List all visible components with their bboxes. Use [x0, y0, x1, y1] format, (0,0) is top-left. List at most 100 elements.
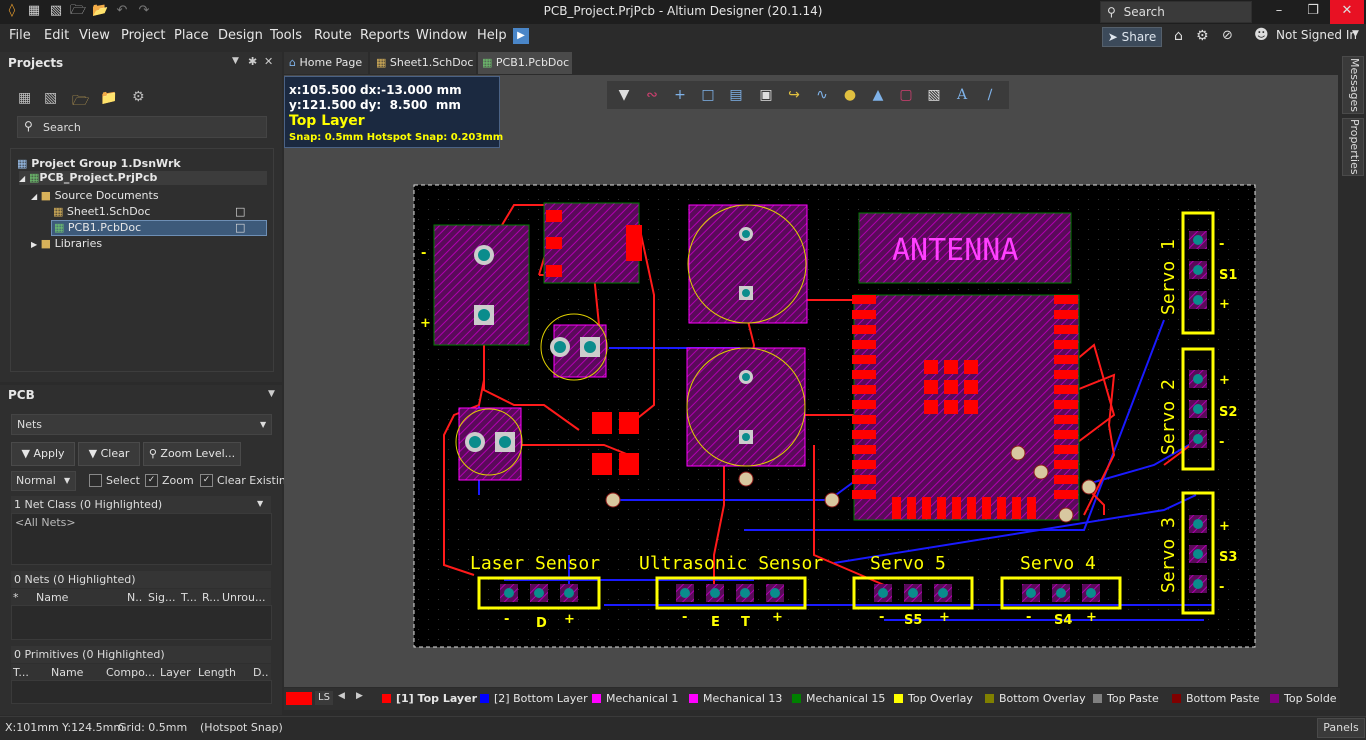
column-header[interactable]: Name [36, 591, 68, 604]
share-button[interactable]: ➤ Share [1102, 27, 1162, 47]
projects-search-input[interactable]: ⚲ Search [17, 116, 267, 138]
gear-icon[interactable]: ⚙ [1196, 28, 1209, 44]
tab-pcb1[interactable]: ▦ PCB1.PcbDoc [478, 52, 572, 74]
pad-icon[interactable]: ● [841, 86, 859, 104]
layer-tab-bottom[interactable]: [2] Bottom Layer [480, 692, 588, 705]
global-search-input[interactable]: ⚲ Search [1100, 1, 1252, 23]
maximize-button[interactable]: ❐ [1296, 0, 1330, 24]
menu-help[interactable]: Help [477, 28, 507, 43]
minimize-button[interactable]: – [1262, 0, 1296, 24]
pcb-mode-select[interactable]: Nets ▼ [11, 414, 272, 435]
component-icon[interactable]: ▣ [757, 86, 775, 104]
account-label[interactable]: Not Signed In [1276, 28, 1357, 42]
menu-project[interactable]: Project [121, 28, 165, 43]
tree-item-project[interactable]: ◢ ▦PCB_Project.PrjPcb [19, 171, 267, 185]
pcb-board[interactable]: Laser Sensor Ultrasonic Sensor Servo 5 S… [284, 75, 1338, 687]
layer-tab-bottom-paste[interactable]: Bottom Paste [1172, 692, 1260, 705]
clear-existing-checkbox[interactable]: ✓ [200, 474, 213, 487]
menu-reports[interactable]: Reports [360, 28, 410, 43]
column-header[interactable]: Unrou... [222, 591, 266, 604]
column-header[interactable]: D.. [253, 666, 268, 679]
panel-close-icon[interactable]: ✕ [264, 55, 273, 68]
tree-item-project-group[interactable]: ▦ Project Group 1.DsnWrk [17, 157, 181, 170]
tree-item-libraries[interactable]: ▶ ■ Libraries [31, 237, 102, 250]
column-header[interactable]: Name [51, 666, 83, 679]
zoom-level-button[interactable]: ⚲ Zoom Level... [143, 442, 241, 466]
select-label: Select [106, 474, 140, 487]
chevron-down-icon[interactable]: ▼ [257, 499, 263, 508]
tab-sheet1[interactable]: ▦ Sheet1.SchDoc [370, 52, 476, 74]
scroll-right-icon[interactable]: ▶ [356, 691, 363, 701]
ultrasonic-sensor-label: Ultrasonic Sensor [639, 553, 823, 574]
column-header[interactable]: T... [13, 666, 29, 679]
home-icon[interactable]: ⌂ [1174, 28, 1183, 44]
layer-set-button[interactable]: LS [315, 691, 333, 705]
list-item[interactable]: <All Nets> [15, 516, 76, 529]
menu-place[interactable]: Place [174, 28, 209, 43]
tree-item-source-documents[interactable]: ◢ ■ Source Documents [31, 189, 159, 202]
user-icon[interactable]: ☻ [1254, 27, 1269, 43]
menu-file[interactable]: File [9, 28, 31, 43]
add-icon[interactable]: + [671, 86, 689, 104]
panels-button[interactable]: Panels [1317, 718, 1365, 738]
layer-tab-top[interactable]: [1] Top Layer [382, 692, 477, 705]
apply-button[interactable]: ▼ Apply [11, 442, 75, 466]
menu-view[interactable]: View [79, 28, 110, 43]
diff-pair-icon[interactable]: ∿ [813, 86, 831, 104]
pcb-editor-canvas[interactable]: Laser Sensor Ultrasonic Sensor Servo 5 S… [284, 75, 1338, 687]
pin-icon[interactable]: ✱ [248, 55, 257, 68]
column-header[interactable]: Length [198, 666, 236, 679]
filter-icon[interactable]: ▼ [615, 86, 633, 104]
tab-messages[interactable]: Messages [1342, 56, 1364, 114]
layer-tab-bottom-overlay[interactable]: Bottom Overlay [985, 692, 1086, 705]
column-header[interactable]: Compo... [106, 666, 155, 679]
select-checkbox[interactable] [89, 474, 102, 487]
menu-window[interactable]: Window [416, 28, 467, 43]
column-header[interactable]: R... [202, 591, 220, 604]
panel-menu-icon[interactable]: ▼ [232, 56, 239, 66]
menu-route[interactable]: Route [314, 28, 352, 43]
close-folder-icon[interactable]: 📁 [100, 90, 117, 106]
current-layer-swatch[interactable] [286, 692, 312, 705]
column-header[interactable]: N.. [127, 591, 142, 604]
route-icon[interactable]: ∾ [643, 86, 661, 104]
clear-button[interactable]: ▼ Clear [78, 442, 140, 466]
open-folder-icon[interactable]: 🗁 [72, 90, 89, 114]
clear-label: Clear [100, 447, 130, 460]
text-icon[interactable]: A [953, 86, 971, 104]
zoom-checkbox[interactable]: ✓ [145, 474, 158, 487]
chevron-down-icon[interactable]: ▼ [1352, 29, 1359, 39]
layer-tab-mechanical13[interactable]: Mechanical 13 [689, 692, 782, 705]
keepout-icon[interactable]: ▢ [897, 86, 915, 104]
project-options-gear-icon[interactable]: ⚙ [132, 89, 145, 105]
chevron-down-icon[interactable]: ▼ [268, 389, 275, 399]
dimension-icon[interactable]: ▧ [925, 86, 943, 104]
column-header[interactable]: T... [181, 591, 197, 604]
align-icon[interactable]: ▤ [727, 86, 745, 104]
menu-tools[interactable]: Tools [270, 28, 302, 43]
run-script-icon[interactable]: ▶ [513, 28, 529, 44]
tree-item-sheet1[interactable]: ▦ Sheet1.SchDoc [53, 205, 150, 218]
tab-home-page[interactable]: ⌂ Home Page [284, 52, 368, 74]
column-header[interactable]: Sig... [148, 591, 176, 604]
line-icon[interactable]: ∕ [981, 86, 999, 104]
select-area-icon[interactable]: □ [699, 86, 717, 104]
column-header[interactable]: Layer [160, 666, 191, 679]
highlight-mode-select[interactable]: Normal ▼ [11, 471, 76, 491]
menu-edit[interactable]: Edit [44, 28, 69, 43]
layer-tab-mechanical1[interactable]: Mechanical 1 [592, 692, 678, 705]
save-project-icon[interactable]: ▦ [18, 90, 31, 106]
menu-design[interactable]: Design [218, 28, 263, 43]
column-header[interactable]: * [13, 591, 19, 604]
interactive-routing-icon[interactable]: ↪ [785, 86, 803, 104]
scroll-left-icon[interactable]: ◀ [338, 691, 345, 701]
layer-tab-top-solder[interactable]: Top Solde [1270, 692, 1337, 705]
layer-tab-mechanical15[interactable]: Mechanical 15 [792, 692, 885, 705]
notifications-icon[interactable]: ⊘ [1222, 28, 1233, 43]
layer-tab-top-overlay[interactable]: Top Overlay [894, 692, 973, 705]
tab-properties[interactable]: Properties [1342, 118, 1364, 176]
layer-tab-top-paste[interactable]: Top Paste [1093, 692, 1159, 705]
save-all-project-icon[interactable]: ▧ [44, 90, 57, 106]
close-window-button[interactable]: ✕ [1330, 0, 1364, 24]
polygon-icon[interactable]: ▲ [869, 86, 887, 104]
